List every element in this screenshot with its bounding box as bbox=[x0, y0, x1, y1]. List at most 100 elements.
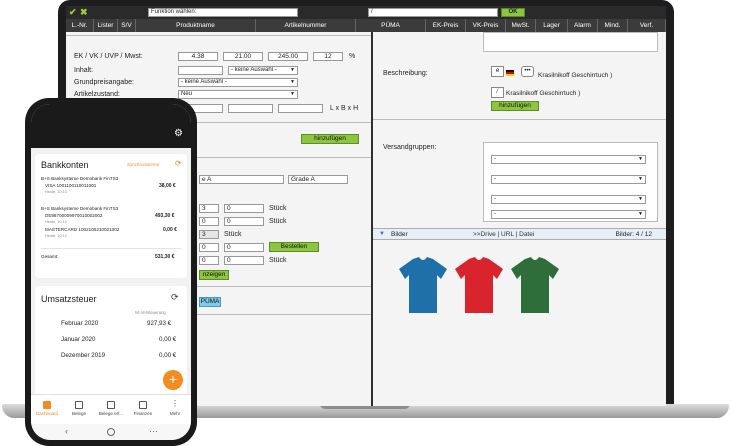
tab-belege[interactable]: Belege bbox=[63, 395, 95, 425]
product-image-blue-shirt[interactable] bbox=[397, 257, 449, 315]
col-artikelnummer[interactable]: Artikelnummer bbox=[256, 19, 356, 32]
add-document-icon bbox=[107, 401, 115, 409]
sync-link[interactable]: Synchronisieren bbox=[127, 162, 159, 167]
percent-sign: % bbox=[349, 53, 356, 60]
add-description-button[interactable]: hinzufügen bbox=[491, 101, 539, 111]
images-label: Bilder bbox=[391, 231, 408, 238]
inhalt-label: Inhalt: bbox=[74, 67, 94, 74]
product-image-green-shirt[interactable] bbox=[509, 257, 561, 315]
mwst-field[interactable]: 12 bbox=[313, 52, 343, 61]
chevron-down-icon: ▼ bbox=[638, 176, 643, 182]
account-number[interactable]: MASTERCARD 1002100210021002 bbox=[45, 227, 119, 232]
product-image-red-shirt[interactable] bbox=[453, 257, 505, 315]
stock-field-b[interactable]: 0 bbox=[224, 243, 264, 252]
tab-label: Dashboard bbox=[35, 411, 58, 416]
collapse-triangle-icon[interactable]: ▼ bbox=[379, 229, 385, 240]
inhalt-field[interactable] bbox=[178, 66, 223, 75]
top-toolbar: ✔ ✖ Funktion wählen: / OK bbox=[66, 6, 666, 19]
total-label: Gesamt: bbox=[41, 254, 59, 259]
stock-field-a[interactable]: 0 bbox=[199, 256, 219, 265]
show-button[interactable]: nzeigen bbox=[199, 270, 229, 280]
divider bbox=[41, 248, 181, 249]
versand-select-value: - bbox=[494, 156, 496, 162]
table-header: L.-Nr. Lister S/V Produktname Artikelnum… bbox=[66, 19, 666, 32]
add-button[interactable]: hinzufügen bbox=[301, 134, 359, 144]
secondary-select-label: / bbox=[371, 9, 373, 15]
sync-icon[interactable]: ⟳ bbox=[175, 159, 182, 168]
versand-select[interactable]: - ▼ bbox=[491, 195, 646, 204]
grade-field-1[interactable]: e A bbox=[199, 175, 284, 184]
back-icon[interactable]: ‹ bbox=[65, 426, 68, 436]
bank-accounts-title: Bankkonten bbox=[41, 160, 89, 170]
puema-button[interactable]: PÜMA bbox=[199, 297, 221, 307]
versand-select[interactable]: - ▼ bbox=[491, 175, 646, 184]
order-button[interactable]: Bestellen bbox=[269, 242, 319, 252]
col-lager[interactable]: Lager bbox=[536, 19, 568, 32]
stock-field-a[interactable]: 3 bbox=[199, 204, 219, 213]
notes-textarea[interactable] bbox=[483, 32, 658, 52]
col-puema[interactable]: PÜMA bbox=[356, 19, 426, 32]
divider bbox=[373, 119, 666, 120]
stock-field-a[interactable]: 0 bbox=[199, 217, 219, 226]
chevron-down-icon: ▼ bbox=[290, 79, 295, 85]
col-produktname[interactable]: Produktname bbox=[136, 19, 256, 32]
check-icon[interactable]: ✔ bbox=[69, 7, 77, 18]
refresh-icon[interactable]: ⟳ bbox=[171, 292, 179, 303]
image-source-links[interactable]: >>Drive | URL | Datei bbox=[473, 229, 534, 240]
tab-dashboard[interactable]: Dashboard bbox=[31, 395, 63, 425]
bank-accounts-card: Bankkonten Synchronisieren ⟳ B+S Banksys… bbox=[35, 154, 187, 278]
versand-select[interactable]: - ▼ bbox=[491, 210, 646, 219]
format-icon[interactable]: ⁄ bbox=[491, 87, 504, 98]
vk-price-field[interactable]: 21.00 bbox=[223, 52, 263, 61]
ok-button[interactable]: OK bbox=[501, 8, 525, 17]
inhalt-select-value: - keine Auswahl - bbox=[231, 67, 277, 73]
stock-field-b[interactable]: 0 bbox=[224, 217, 264, 226]
stock-field-b[interactable]: 0 bbox=[224, 256, 264, 265]
inhalt-select[interactable]: - keine Auswahl - ▼ bbox=[228, 66, 298, 75]
recents-icon[interactable]: ⋯ bbox=[149, 426, 158, 437]
marketing-mockup: ✔ ✖ Funktion wählen: / OK L.-Nr. Lister … bbox=[0, 0, 731, 446]
phone-app-screen: ⚙ Bankkonten Synchronisieren ⟳ B+S Banks… bbox=[31, 104, 191, 440]
account-number[interactable]: DE98700009970010002002 bbox=[45, 213, 102, 218]
stock-field-b[interactable]: 0 bbox=[224, 204, 264, 213]
grade-field-2[interactable]: Grade A bbox=[288, 175, 348, 184]
home-icon[interactable] bbox=[107, 428, 115, 436]
tab-finanzen[interactable]: Finanzen bbox=[127, 395, 159, 425]
ek-price-field[interactable]: 4.38 bbox=[178, 52, 218, 61]
height-field[interactable] bbox=[278, 104, 323, 113]
vat-title: Umsatzsteuer bbox=[41, 294, 97, 304]
more-icon[interactable]: ••• bbox=[521, 66, 534, 77]
col-lister[interactable]: Lister bbox=[94, 19, 118, 32]
col-sv[interactable]: S/V bbox=[118, 19, 136, 32]
zustand-select[interactable]: Neu ▼ bbox=[178, 90, 298, 99]
col-vk-preis[interactable]: VK-Preis bbox=[466, 19, 506, 32]
account-number[interactable]: VISA 1001100110011001 bbox=[45, 183, 96, 188]
gear-icon[interactable]: ⚙ bbox=[174, 128, 183, 139]
add-fab-button[interactable]: + bbox=[163, 370, 183, 390]
unit-label: Stück bbox=[269, 257, 287, 264]
versand-select[interactable]: - ▼ bbox=[491, 155, 646, 164]
versand-select-value: - bbox=[494, 211, 496, 217]
ebay-icon[interactable]: e bbox=[491, 66, 504, 77]
function-select[interactable]: Funktion wählen: bbox=[148, 8, 298, 17]
col-mwst[interactable]: MwSt. bbox=[506, 19, 536, 32]
versandgruppen-label: Versandgruppen: bbox=[383, 144, 437, 151]
col-mind[interactable]: Mind. bbox=[598, 19, 628, 32]
unit-label: Stück bbox=[269, 205, 287, 212]
width-field[interactable] bbox=[228, 104, 273, 113]
secondary-select[interactable]: / bbox=[368, 8, 498, 17]
grundpreis-select[interactable]: - keine Auswahl - ▼ bbox=[178, 78, 298, 87]
col-lnr[interactable]: L.-Nr. bbox=[66, 19, 94, 32]
col-verf[interactable]: Verf. bbox=[628, 19, 666, 32]
stock-field-a[interactable]: 0 bbox=[199, 243, 219, 252]
chevron-down-icon: ▼ bbox=[290, 91, 295, 97]
stock-field-a[interactable]: 3 bbox=[199, 230, 219, 239]
col-alarm[interactable]: Alarm bbox=[568, 19, 598, 32]
images-count: Bilder: 4 / 12 bbox=[615, 231, 653, 238]
col-ek-preis[interactable]: EK-Preis bbox=[426, 19, 466, 32]
tab-belege-erfassen[interactable]: Belege erf... bbox=[95, 395, 127, 425]
tab-mehr[interactable]: ⋮ Mehr bbox=[159, 395, 191, 425]
price-label: EK / VK / UVP / Mwst: bbox=[74, 53, 143, 60]
uvp-field[interactable]: 245.00 bbox=[268, 52, 308, 61]
close-icon[interactable]: ✖ bbox=[80, 7, 88, 18]
